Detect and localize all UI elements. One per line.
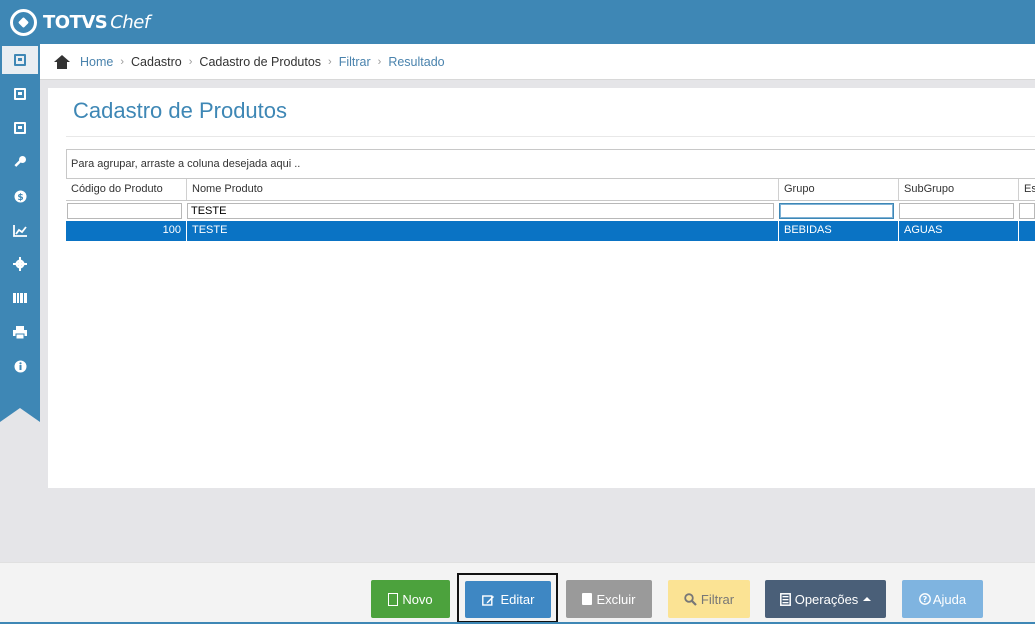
operacoes-button-label: Operações — [794, 591, 859, 607]
chevron-right-icon: › — [120, 55, 125, 68]
svg-text:$: $ — [17, 193, 23, 203]
app-brand: TOTVS Chef — [43, 12, 150, 33]
filter-input-est[interactable] — [1019, 203, 1035, 219]
cell-codigo: 100 — [162, 224, 181, 236]
filter-input-grupo[interactable] — [779, 203, 894, 219]
caret-up-icon — [863, 597, 872, 601]
column-header-codigo[interactable]: Código do Produto — [66, 179, 186, 200]
key-icon — [14, 156, 26, 167]
sidebar-item-6[interactable] — [0, 214, 40, 246]
editar-button[interactable]: Editar — [465, 581, 551, 618]
excluir-button[interactable]: Excluir — [566, 580, 652, 618]
operacoes-dropdown-button[interactable]: Operações — [765, 580, 886, 618]
ajuda-button-label: Ajuda — [932, 591, 967, 607]
grid-filter-row — [66, 201, 1035, 221]
breadcrumb-resultado: Resultado — [388, 54, 445, 69]
file-icon — [388, 592, 399, 606]
info-icon — [14, 360, 26, 372]
book-icon — [14, 88, 26, 100]
trash-icon — [582, 593, 593, 605]
totvs-logo-icon — [10, 9, 37, 36]
novo-button-label: Novo — [402, 591, 433, 607]
filtrar-button-label: Filtrar — [700, 591, 735, 607]
printer-icon — [13, 325, 27, 339]
help-icon: ? — [918, 593, 931, 605]
table-row[interactable]: 100 TESTE BEBIDAS AGUAS — [66, 221, 1035, 241]
breadcrumb-home[interactable]: Home — [80, 55, 113, 69]
breadcrumb-cadastro-produtos[interactable]: Cadastro de Produtos — [199, 55, 321, 69]
dollar-icon: $ — [14, 190, 26, 203]
filter-input-subgrupo[interactable] — [899, 203, 1014, 219]
sidebar-item-5[interactable]: $ — [0, 180, 40, 212]
book-icon — [14, 54, 26, 66]
cell-grupo: BEBIDAS — [778, 221, 898, 241]
chart-icon — [12, 224, 27, 237]
divider — [66, 136, 1035, 137]
sidebar-item-9[interactable] — [0, 316, 40, 348]
main-panel: Cadastro de Produtos Para agrupar, arras… — [48, 88, 1035, 488]
edit-icon — [481, 594, 494, 606]
page-title: Cadastro de Produtos — [73, 98, 288, 123]
novo-button[interactable]: Novo — [371, 580, 450, 618]
grid-header-row: Código do Produto Nome Produto Grupo Sub… — [66, 179, 1035, 201]
cell-subgrupo: AGUAS — [898, 221, 1018, 241]
group-by-drop-area[interactable]: Para agrupar, arraste a coluna desejada … — [66, 149, 1035, 179]
sidebar-item-3[interactable] — [0, 112, 40, 144]
filter-input-nome[interactable] — [187, 203, 774, 219]
sidebar-item-4[interactable] — [0, 146, 40, 178]
app-logo[interactable]: TOTVS Chef — [10, 9, 150, 36]
top-bar: TOTVS Chef — [0, 0, 1035, 44]
gear-icon — [13, 257, 27, 271]
sidebar-item-10[interactable] — [0, 350, 40, 382]
filter-input-codigo[interactable] — [67, 203, 182, 219]
sidebar: $ — [0, 44, 40, 408]
chevron-right-icon: › — [377, 55, 382, 68]
ajuda-button[interactable]: ? Ajuda — [902, 580, 983, 618]
editar-button-label: Editar — [500, 592, 535, 607]
list-icon — [779, 592, 791, 606]
breadcrumb-filtrar[interactable]: Filtrar — [339, 55, 371, 69]
sidebar-collapse-toggle[interactable] — [0, 408, 40, 422]
search-icon — [684, 592, 697, 606]
svg-text:?: ? — [923, 595, 928, 604]
chevron-right-icon: › — [188, 55, 193, 68]
cell-est — [1018, 221, 1035, 241]
sidebar-item-7[interactable] — [0, 248, 40, 280]
sidebar-item-cadastro[interactable] — [0, 44, 40, 76]
sidebar-item-2[interactable] — [0, 78, 40, 110]
breadcrumb: Home › Cadastro › Cadastro de Produtos ›… — [40, 44, 1035, 80]
cell-nome: TESTE — [186, 221, 778, 241]
column-header-subgrupo[interactable]: SubGrupo — [898, 179, 1018, 200]
column-header-est[interactable]: Est — [1018, 179, 1035, 200]
column-header-grupo[interactable]: Grupo — [778, 179, 898, 200]
book-icon — [14, 122, 26, 134]
sidebar-item-8[interactable] — [0, 282, 40, 314]
action-toolbar: Novo Editar Excluir Filtrar Operações ? … — [0, 562, 1035, 624]
excluir-button-label: Excluir — [596, 591, 636, 607]
column-header-nome[interactable]: Nome Produto — [186, 179, 778, 200]
home-icon[interactable] — [54, 54, 70, 69]
filtrar-button[interactable]: Filtrar — [668, 580, 750, 618]
barcode-icon — [13, 293, 27, 303]
breadcrumb-cadastro[interactable]: Cadastro — [131, 55, 182, 69]
chevron-right-icon: › — [328, 55, 332, 68]
